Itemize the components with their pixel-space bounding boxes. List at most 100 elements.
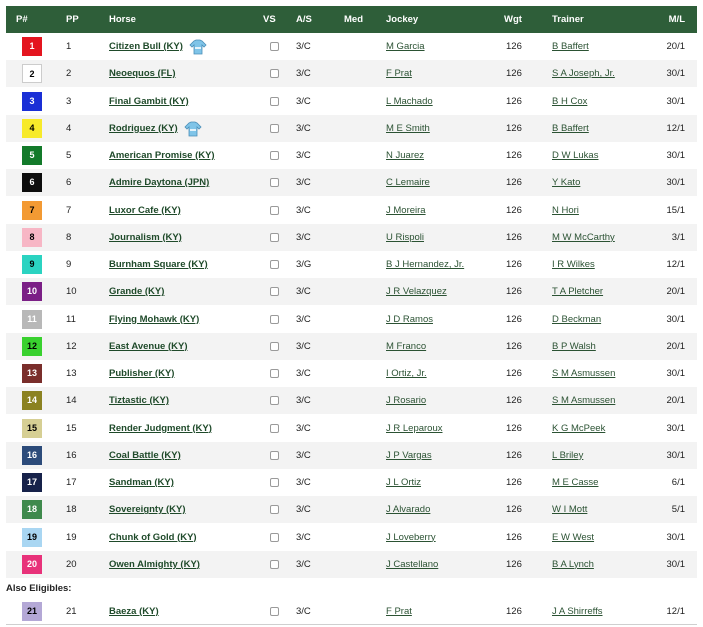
vs-checkbox[interactable] bbox=[270, 423, 279, 433]
morning-line-odds: 20/1 bbox=[666, 286, 686, 298]
trainer-link[interactable]: B H Cox bbox=[552, 88, 587, 115]
trainer-link[interactable]: D W Lukas bbox=[552, 142, 598, 169]
trainer-link[interactable]: D Beckman bbox=[552, 306, 601, 333]
vs-checkbox[interactable] bbox=[270, 559, 279, 569]
jockey-link[interactable]: J Loveberry bbox=[386, 524, 436, 551]
horse-name-link[interactable]: Render Judgment (KY) bbox=[109, 415, 212, 442]
jockey-link[interactable]: M E Smith bbox=[386, 115, 430, 142]
trainer-link[interactable]: Y Kato bbox=[552, 169, 580, 196]
vs-checkbox[interactable] bbox=[270, 314, 279, 324]
trainer-link[interactable]: J A Shirreffs bbox=[552, 598, 603, 625]
trainer-link[interactable]: M W McCarthy bbox=[552, 224, 615, 251]
horse-name-link[interactable]: Final Gambit (KY) bbox=[109, 88, 189, 115]
jockey-link[interactable]: L Machado bbox=[386, 88, 433, 115]
jockey-link[interactable]: U Rispoli bbox=[386, 224, 424, 251]
program-number-badge: 19 bbox=[22, 527, 42, 547]
horse-name-link[interactable]: Publisher (KY) bbox=[109, 360, 174, 387]
vs-checkbox[interactable] bbox=[270, 42, 279, 51]
trainer-link[interactable]: T A Pletcher bbox=[552, 278, 603, 305]
trainer-link[interactable]: S M Asmussen bbox=[552, 387, 615, 414]
vs-checkbox[interactable] bbox=[270, 151, 279, 160]
jockey-link[interactable]: M Garcia bbox=[386, 33, 425, 60]
vs-checkbox[interactable] bbox=[270, 532, 279, 542]
jockey-link[interactable]: J L Ortiz bbox=[386, 469, 421, 496]
jockey-link[interactable]: J P Vargas bbox=[386, 442, 432, 469]
jockey-link[interactable]: J Castellano bbox=[386, 551, 438, 578]
vs-checkbox[interactable] bbox=[270, 260, 279, 269]
trainer-link[interactable]: S A Joseph, Jr. bbox=[552, 60, 615, 87]
trainer-link[interactable]: B Baffert bbox=[552, 33, 589, 60]
jockey-link[interactable]: C Lemaire bbox=[386, 169, 430, 196]
horse-name-link[interactable]: Owen Almighty (KY) bbox=[109, 551, 200, 578]
vs-checkbox[interactable] bbox=[270, 205, 279, 215]
jockey-link[interactable]: F Prat bbox=[386, 60, 412, 87]
vs-checkbox[interactable] bbox=[270, 69, 279, 79]
vs-checkbox[interactable] bbox=[270, 123, 279, 133]
horse-name-link[interactable]: Chunk of Gold (KY) bbox=[109, 524, 197, 551]
horse-name-link[interactable]: Admire Daytona (JPN) bbox=[109, 169, 209, 196]
vs-checkbox[interactable] bbox=[270, 178, 279, 188]
trainer-link[interactable]: K G McPeek bbox=[552, 415, 605, 442]
horse-name-link[interactable]: Rodriguez (KY) bbox=[109, 115, 178, 142]
table-row: 4 4 Rodriguez (KY) 3/C M E Smith 126 B Baffert… bbox=[6, 114, 697, 142]
vs-checkbox[interactable] bbox=[270, 478, 279, 487]
trainer-link[interactable]: B Baffert bbox=[552, 115, 589, 142]
morning-line-odds: 30/1 bbox=[666, 368, 686, 379]
program-number: 11 bbox=[27, 313, 37, 324]
horse-name-link[interactable]: Sandman (KY) bbox=[109, 469, 174, 496]
program-number-badge: 20 bbox=[22, 554, 42, 574]
horse-name-link[interactable]: Tiztastic (KY) bbox=[109, 387, 169, 414]
horse-name-link[interactable]: East Avenue (KY) bbox=[109, 333, 187, 360]
vs-checkbox[interactable] bbox=[270, 341, 279, 351]
post-position: 12 bbox=[66, 340, 77, 352]
program-number-badge: 9 bbox=[22, 255, 42, 274]
trainer-link[interactable]: B P Walsh bbox=[552, 333, 596, 360]
age-sex: 3/C bbox=[296, 95, 311, 107]
horse-name-link[interactable]: Flying Mohawk (KY) bbox=[109, 306, 199, 333]
horse-name-link[interactable]: Luxor Cafe (KY) bbox=[109, 197, 181, 224]
horse-name-link[interactable]: Neoequos (FL) bbox=[109, 60, 176, 87]
jockey-link[interactable]: F Prat bbox=[386, 598, 412, 625]
vs-checkbox[interactable] bbox=[270, 450, 279, 460]
horse-name-link[interactable]: Citizen Bull (KY) bbox=[109, 33, 183, 60]
vs-checkbox[interactable] bbox=[270, 232, 279, 242]
program-number-badge: 17 bbox=[22, 473, 42, 492]
jockey-link[interactable]: J Rosario bbox=[386, 387, 426, 414]
vs-checkbox[interactable] bbox=[270, 96, 279, 106]
trainer-link[interactable]: N Hori bbox=[552, 197, 579, 224]
age-sex: 3/C bbox=[296, 477, 311, 488]
horse-name-link[interactable]: Grande (KY) bbox=[109, 278, 164, 305]
vs-checkbox[interactable] bbox=[270, 505, 279, 515]
jockey-link[interactable]: N Juarez bbox=[386, 142, 424, 169]
jockey-link[interactable]: I Ortiz, Jr. bbox=[386, 360, 427, 387]
age-sex: 3/C bbox=[296, 449, 311, 461]
entries-table: P# PP Horse VS A/S Med Jockey Wgt Traine… bbox=[0, 0, 703, 627]
jockey-link[interactable]: J D Ramos bbox=[386, 306, 433, 333]
trainer-link[interactable]: B A Lynch bbox=[552, 551, 594, 578]
trainer-link[interactable]: L Briley bbox=[552, 442, 583, 469]
trainer-link[interactable]: I R Wilkes bbox=[552, 251, 595, 278]
horse-name-link[interactable]: Coal Battle (KY) bbox=[109, 442, 181, 469]
vs-checkbox[interactable] bbox=[270, 287, 279, 297]
trainer-link[interactable]: E W West bbox=[552, 524, 594, 551]
trainer-link[interactable]: M E Casse bbox=[552, 469, 598, 496]
jockey-silk-icon bbox=[184, 121, 202, 137]
trainer-link[interactable]: S M Asmussen bbox=[552, 360, 615, 387]
jockey-link[interactable]: J R Velazquez bbox=[386, 278, 447, 305]
program-number: 8 bbox=[29, 231, 35, 242]
jockey-link[interactable]: J Alvarado bbox=[386, 496, 430, 523]
horse-name-link[interactable]: Journalism (KY) bbox=[109, 224, 182, 251]
trainer-link[interactable]: W I Mott bbox=[552, 496, 587, 523]
horse-name-link[interactable]: American Promise (KY) bbox=[109, 142, 215, 169]
jockey-link[interactable]: B J Hernandez, Jr. bbox=[386, 251, 464, 278]
age-sex: 3/C bbox=[296, 606, 311, 617]
vs-checkbox[interactable] bbox=[270, 369, 279, 378]
vs-checkbox[interactable] bbox=[270, 396, 279, 406]
jockey-link[interactable]: J R Leparoux bbox=[386, 415, 443, 442]
jockey-link[interactable]: J Moreira bbox=[386, 197, 426, 224]
jockey-link[interactable]: M Franco bbox=[386, 333, 426, 360]
horse-name-link[interactable]: Sovereignty (KY) bbox=[109, 496, 186, 523]
vs-checkbox[interactable] bbox=[270, 607, 279, 616]
horse-name-link[interactable]: Burnham Square (KY) bbox=[109, 251, 208, 278]
horse-name-link[interactable]: Baeza (KY) bbox=[109, 598, 159, 625]
